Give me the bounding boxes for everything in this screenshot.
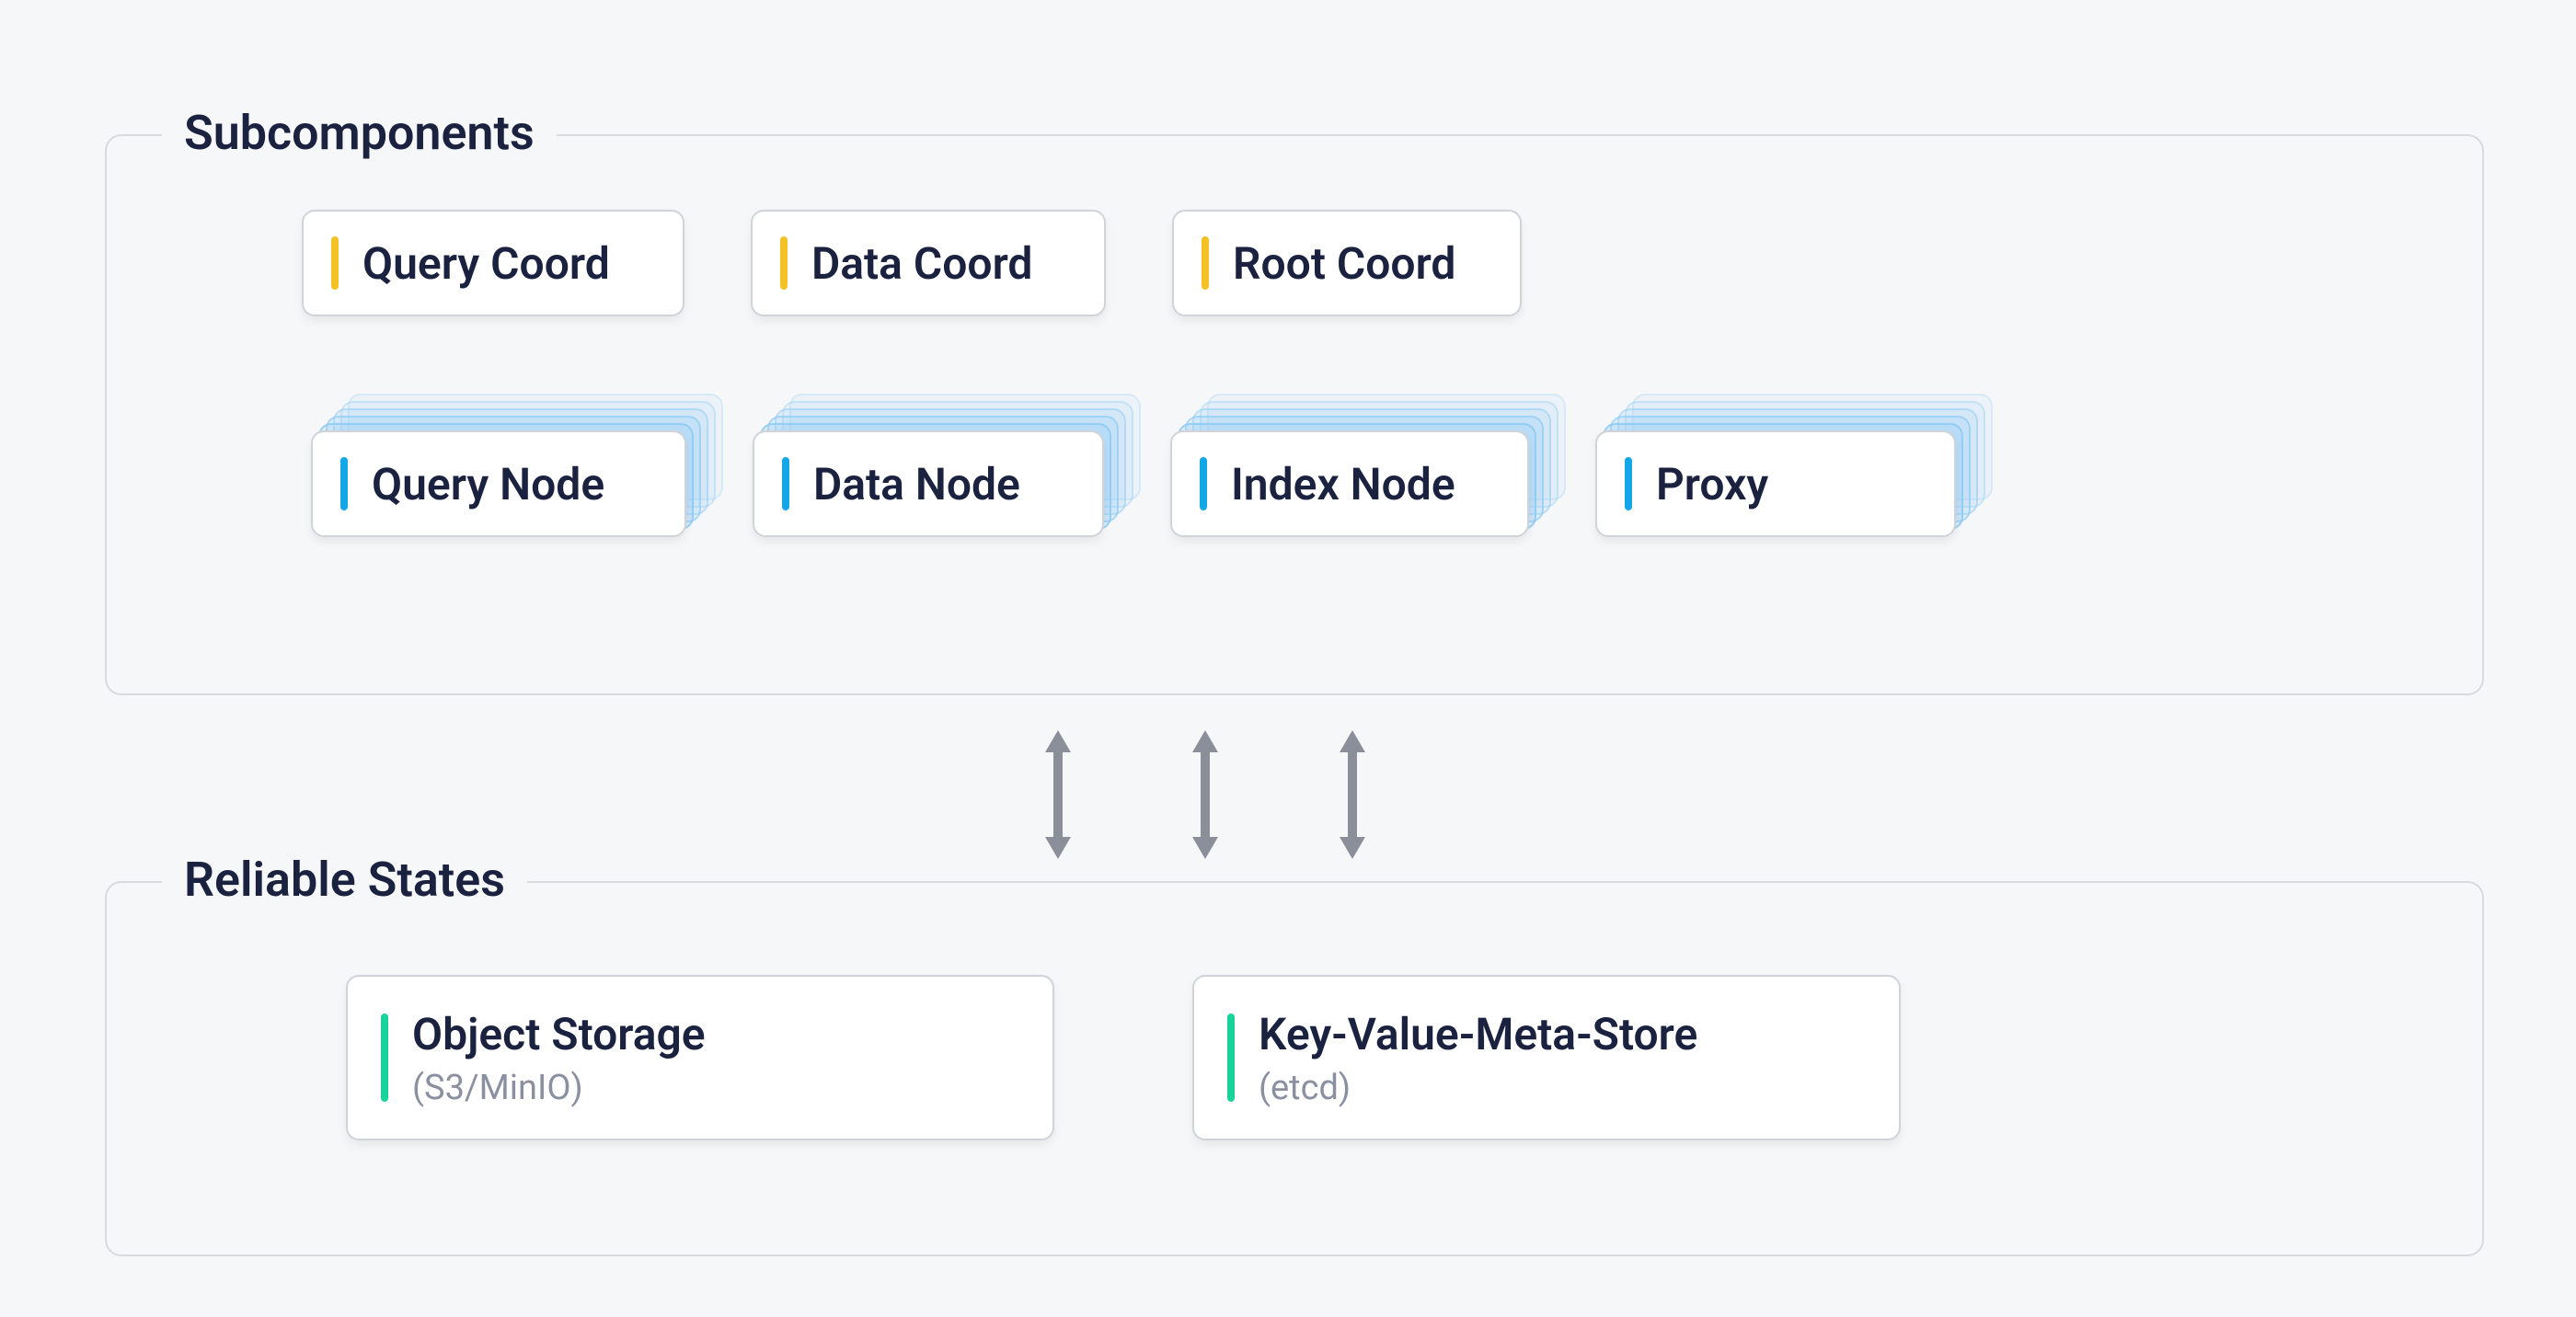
- double-arrow-icon: [1040, 730, 1076, 859]
- proxy-label: Proxy: [1656, 458, 1768, 510]
- accent-bar-icon: [780, 236, 788, 290]
- subcomponents-group: Subcomponents Query Coord Data Coord Roo…: [105, 134, 2484, 695]
- accent-bar-icon: [331, 236, 339, 290]
- query-node-card: Query Node: [311, 430, 686, 537]
- architecture-diagram: Subcomponents Query Coord Data Coord Roo…: [0, 0, 2576, 1317]
- proxy-stack: Proxy: [1595, 430, 1956, 537]
- object-storage-sublabel: (S3/MinIO): [412, 1068, 706, 1108]
- accent-bar-icon: [1227, 1014, 1235, 1102]
- kv-meta-store-card: Key-Value-Meta-Store (etcd): [1192, 975, 1901, 1140]
- index-node-label: Index Node: [1231, 458, 1455, 510]
- query-coord-label: Query Coord: [362, 237, 610, 290]
- root-coord-card: Root Coord: [1172, 210, 1522, 316]
- data-node-card: Data Node: [753, 430, 1104, 537]
- accent-bar-icon: [1202, 236, 1209, 290]
- index-node-stack: Index Node: [1170, 430, 1529, 537]
- object-storage-card: Object Storage (S3/MinIO): [346, 975, 1054, 1140]
- double-arrow-icon: [1334, 730, 1371, 859]
- bidirectional-arrows: [1040, 730, 1371, 859]
- accent-bar-icon: [782, 457, 789, 510]
- double-arrow-icon: [1187, 730, 1224, 859]
- reliable-states-group: Reliable States Object Storage (S3/MinIO…: [105, 881, 2484, 1256]
- accent-bar-icon: [381, 1014, 388, 1102]
- nodes-row: Query Node Data Node: [311, 430, 1956, 537]
- root-coord-label: Root Coord: [1233, 237, 1455, 290]
- reliable-states-title: Reliable States: [162, 852, 527, 908]
- index-node-card: Index Node: [1170, 430, 1529, 537]
- stores-row: Object Storage (S3/MinIO) Key-Value-Meta…: [346, 975, 1901, 1140]
- accent-bar-icon: [340, 457, 348, 510]
- query-node-stack: Query Node: [311, 430, 686, 537]
- kv-meta-store-sublabel: (etcd): [1259, 1068, 1697, 1108]
- coordinators-row: Query Coord Data Coord Root Coord: [302, 210, 1522, 316]
- data-node-label: Data Node: [813, 458, 1020, 510]
- proxy-card: Proxy: [1595, 430, 1956, 537]
- data-coord-label: Data Coord: [811, 237, 1032, 290]
- query-coord-card: Query Coord: [302, 210, 684, 316]
- data-node-stack: Data Node: [753, 430, 1104, 537]
- subcomponents-title: Subcomponents: [162, 105, 557, 161]
- kv-meta-store-label: Key-Value-Meta-Store: [1259, 1008, 1697, 1060]
- accent-bar-icon: [1200, 457, 1207, 510]
- object-storage-label: Object Storage: [412, 1008, 706, 1060]
- data-coord-card: Data Coord: [751, 210, 1106, 316]
- query-node-label: Query Node: [372, 458, 604, 510]
- accent-bar-icon: [1625, 457, 1632, 510]
